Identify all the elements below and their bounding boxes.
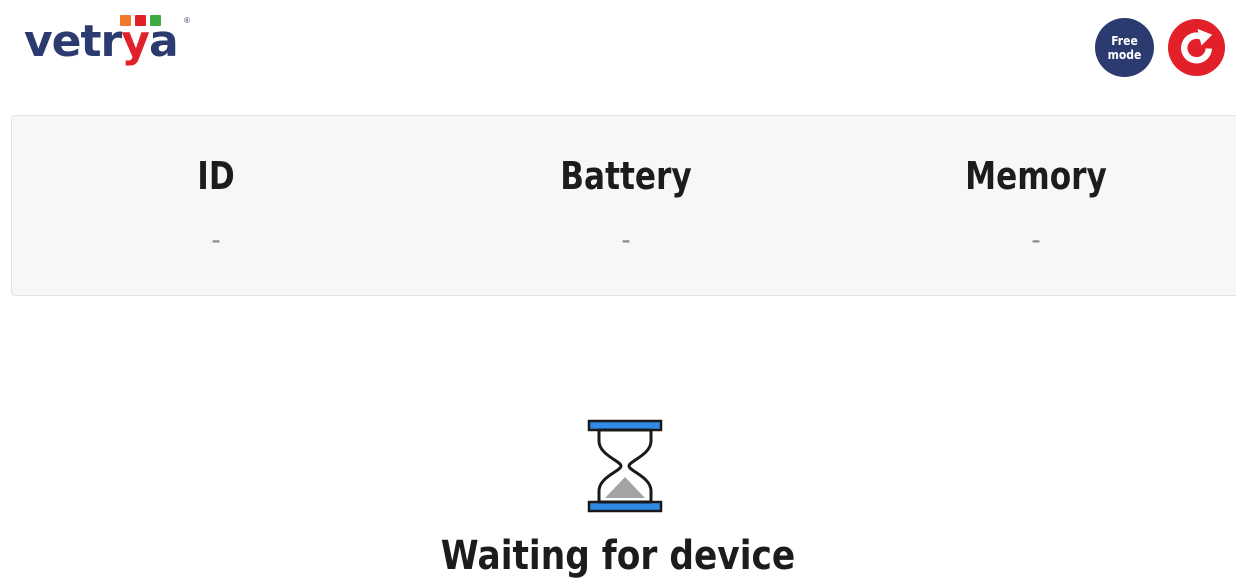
logo-text-y: y: [121, 16, 150, 67]
waiting-status-text: Waiting for device: [440, 533, 796, 579]
app-page: vetrya ® Free mode ID - Battery - Memory…: [0, 0, 1236, 579]
battery-value: -: [621, 224, 631, 255]
logo-text-prefix: vetr: [24, 16, 122, 67]
device-info-panel: ID - Battery - Memory -: [11, 115, 1236, 296]
refresh-icon: [1167, 18, 1226, 77]
vetrya-logo: vetrya ®: [24, 12, 204, 84]
hourglass-icon: [587, 419, 663, 513]
logo-wordmark: vetrya: [24, 20, 179, 64]
memory-label: Memory: [965, 154, 1107, 198]
battery-label: Battery: [560, 154, 692, 198]
memory-value: -: [1031, 224, 1041, 255]
logo-text-suffix: a: [148, 16, 179, 67]
free-mode-button[interactable]: Free mode: [1095, 18, 1154, 77]
id-label: ID: [197, 154, 235, 198]
registered-mark: ®: [184, 16, 190, 25]
refresh-button[interactable]: [1167, 18, 1226, 77]
id-value: -: [211, 224, 221, 255]
